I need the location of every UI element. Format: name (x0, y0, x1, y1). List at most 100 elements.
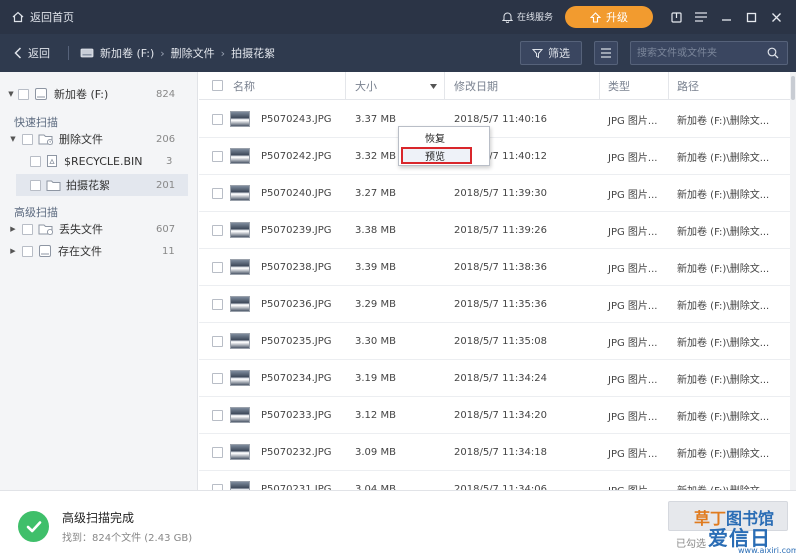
upgrade-icon (590, 11, 601, 23)
file-date: 2018/5/7 11:35:08 (454, 335, 548, 347)
table-row[interactable]: P5070238.JPG 3.39 MB 2018/5/7 11:38:36 JPG … (199, 249, 796, 286)
expand-arrow-icon[interactable]: ▼ (8, 135, 18, 143)
image-thumbnail (230, 370, 250, 386)
column-header-name[interactable]: 名称 (233, 72, 255, 100)
context-menu-restore[interactable]: 恢复 (399, 128, 489, 146)
file-name: P5070238.JPG (261, 261, 332, 273)
row-checkbox[interactable] (212, 335, 223, 347)
column-divider[interactable] (444, 72, 445, 100)
image-thumbnail (230, 333, 250, 349)
file-name: P5070239.JPG (261, 224, 332, 236)
selected-count-label: 已勾选 (676, 539, 706, 550)
table-row[interactable]: P5070236.JPG 3.29 MB 2018/5/7 11:35:36 JPG … (199, 286, 796, 323)
funnel-icon (532, 48, 543, 58)
file-date: 2018/5/7 11:34:18 (454, 446, 548, 458)
column-divider[interactable] (345, 72, 346, 100)
recycle-bin-icon (47, 155, 57, 167)
file-date: 2018/5/7 11:34:24 (454, 372, 548, 384)
file-size: 3.19 MB (355, 372, 396, 384)
row-checkbox[interactable] (212, 446, 223, 458)
lost-files-checkbox[interactable] (22, 223, 33, 235)
column-header-path[interactable]: 路径 (677, 72, 699, 100)
column-header-date[interactable]: 修改日期 (454, 72, 498, 100)
drive-label: 新加卷 (F:) (54, 88, 109, 101)
row-checkbox[interactable] (212, 113, 223, 125)
deleted-files-checkbox[interactable] (22, 133, 33, 145)
toolbar: 返回 新加卷 (F:) › 删除文件 › 拍摄花絮 筛选 (0, 34, 796, 72)
tree-item-photo-shoot[interactable]: 拍摄花絮 201 (30, 175, 190, 195)
breadcrumb-drive[interactable]: 新加卷 (F:) (100, 45, 154, 61)
search-input[interactable] (637, 45, 763, 61)
table-row[interactable]: P5070240.JPG 3.27 MB 2018/5/7 11:39:30 JPG … (199, 175, 796, 212)
photo-shoot-label: 拍摄花絮 (66, 179, 110, 192)
maximize-button[interactable] (743, 9, 759, 25)
file-size: 3.27 MB (355, 187, 396, 199)
context-menu-preview[interactable]: 预览 (399, 146, 489, 164)
filter-button[interactable]: 筛选 (520, 41, 582, 65)
photo-shoot-checkbox[interactable] (30, 179, 41, 191)
view-mode-button[interactable] (594, 41, 618, 65)
minimize-button[interactable] (718, 9, 734, 25)
deleted-folder-icon (38, 134, 54, 146)
row-checkbox[interactable] (212, 150, 223, 162)
table-row[interactable]: P5070242.JPG 3.32 MB 2018/5/7 11:40:12 JPG … (199, 138, 796, 175)
menu-button[interactable] (693, 9, 709, 25)
tree-item-recycle-bin[interactable]: $RECYCLE.BIN 3 (30, 151, 190, 171)
table-row[interactable]: P5070243.JPG 3.37 MB 2018/5/7 11:40:16 JPG … (199, 101, 796, 138)
column-divider[interactable] (668, 72, 669, 100)
tree-item-drive[interactable]: ▼ 新加卷 (F:) 824 (6, 84, 192, 104)
sort-desc-icon[interactable] (430, 84, 437, 89)
expand-arrow-icon[interactable]: ▼ (6, 90, 16, 98)
skin-button[interactable] (668, 9, 684, 25)
column-divider[interactable] (599, 72, 600, 100)
row-checkbox[interactable] (212, 372, 223, 384)
table-row[interactable]: P5070239.JPG 3.38 MB 2018/5/7 11:39:26 JPG … (199, 212, 796, 249)
back-button[interactable]: 返回 (14, 45, 50, 61)
vertical-scrollbar[interactable] (790, 72, 796, 490)
drive-checkbox[interactable] (18, 88, 29, 100)
recycle-bin-checkbox[interactable] (30, 155, 41, 167)
file-size: 3.30 MB (355, 335, 396, 347)
file-path: 新加卷 (F:)\删除文... (677, 471, 769, 491)
file-date: 2018/5/7 11:39:30 (454, 187, 548, 199)
row-checkbox[interactable] (212, 298, 223, 310)
row-checkbox[interactable] (212, 409, 223, 421)
column-header-type[interactable]: 类型 (608, 72, 630, 100)
breadcrumb-deleted[interactable]: 删除文件 (171, 45, 215, 61)
close-button[interactable] (768, 9, 784, 25)
breadcrumb-separator-icon: › (220, 46, 226, 60)
tree-item-deleted-files[interactable]: ▼ 删除文件 206 (6, 129, 192, 149)
row-checkbox[interactable] (212, 261, 223, 273)
file-name: P5070232.JPG (261, 446, 332, 458)
table-row[interactable]: P5070233.JPG 3.12 MB 2018/5/7 11:34:20 JPG … (199, 397, 796, 434)
table-row[interactable]: P5070231.JPG 3.04 MB 2018/5/7 11:34:06 JPG … (199, 471, 796, 490)
home-link[interactable]: 返回首页 (12, 9, 74, 25)
collapsed-arrow-icon[interactable]: ▶ (8, 247, 18, 255)
row-checkbox[interactable] (212, 224, 223, 236)
collapsed-arrow-icon[interactable]: ▶ (8, 225, 18, 233)
file-type: JPG 图片... (608, 115, 658, 127)
search-icon[interactable] (767, 47, 779, 59)
lost-files-count: 607 (156, 223, 176, 235)
column-header-size[interactable]: 大小 (355, 72, 377, 100)
toolbar-divider (68, 46, 69, 60)
existing-files-label: 存在文件 (58, 245, 102, 258)
file-name: P5070243.JPG (261, 113, 332, 125)
online-service-link[interactable]: 在线服务 (502, 10, 553, 23)
close-icon (771, 12, 781, 22)
table-row[interactable]: P5070232.JPG 3.09 MB 2018/5/7 11:34:18 JPG … (199, 434, 796, 471)
file-size: 3.32 MB (355, 150, 396, 162)
table-row[interactable]: P5070234.JPG 3.19 MB 2018/5/7 11:34:24 JPG … (199, 360, 796, 397)
image-thumbnail (230, 148, 250, 164)
row-checkbox[interactable] (212, 187, 223, 199)
scrollbar-thumb[interactable] (791, 76, 795, 100)
table-row[interactable]: P5070235.JPG 3.30 MB 2018/5/7 11:35:08 JPG … (199, 323, 796, 360)
breadcrumb-current[interactable]: 拍摄花絮 (231, 45, 275, 61)
tree-item-existing-files[interactable]: ▶ 存在文件 11 (6, 241, 192, 261)
select-all-checkbox[interactable] (212, 80, 223, 91)
upgrade-button[interactable]: 升级 (565, 6, 653, 28)
existing-files-checkbox[interactable] (22, 245, 33, 257)
file-type: JPG 图片... (608, 337, 658, 349)
tree-item-lost-files[interactable]: ▶ 丢失文件 607 (6, 219, 192, 239)
file-path: 新加卷 (F:)\删除文... (677, 374, 770, 386)
